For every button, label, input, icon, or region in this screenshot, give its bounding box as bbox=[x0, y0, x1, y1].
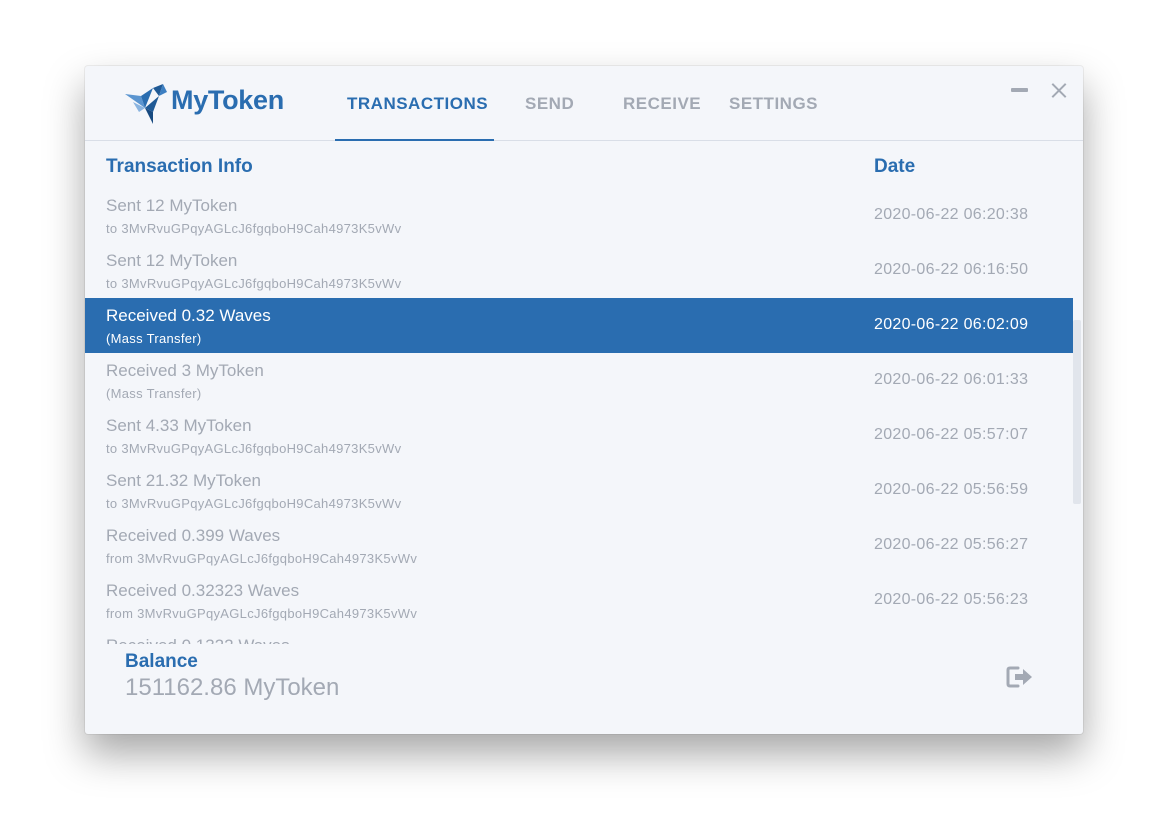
transaction-title: Sent 12 MyToken bbox=[106, 251, 238, 270]
transaction-date: 2020-06-22 06:02:09 bbox=[874, 316, 1029, 333]
minimize-icon[interactable] bbox=[1011, 88, 1028, 92]
transaction-date: 2020-06-22 06:20:38 bbox=[874, 206, 1029, 223]
tab-receive[interactable]: RECEIVE bbox=[623, 94, 701, 114]
bird-logo-icon bbox=[125, 84, 167, 124]
balance-value: 151162.86 MyToken bbox=[125, 674, 340, 701]
transaction-title: Sent 21.32 MyToken bbox=[106, 471, 261, 490]
transaction-date: 2020-06-22 05:57:07 bbox=[874, 426, 1029, 443]
tab-send[interactable]: SEND bbox=[525, 94, 574, 114]
table-row[interactable]: Received 0.399 Waves from 3MvRvuGPqyAGLc… bbox=[85, 518, 1073, 573]
close-icon[interactable] bbox=[1049, 80, 1069, 100]
transaction-title: Sent 4.33 MyToken bbox=[106, 416, 252, 435]
transaction-title: Sent 12 MyToken bbox=[106, 196, 238, 215]
tab-settings[interactable]: SETTINGS bbox=[729, 94, 818, 114]
transaction-detail: (Mass Transfer) bbox=[106, 331, 202, 346]
table-row[interactable]: Sent 4.33 MyToken to 3MvRvuGPqyAGLcJ6fgq… bbox=[85, 408, 1073, 463]
transaction-date: 2020-06-22 06:16:50 bbox=[874, 261, 1029, 278]
table-row[interactable]: Sent 12 MyToken to 3MvRvuGPqyAGLcJ6fgqbo… bbox=[85, 188, 1073, 243]
table-row[interactable]: Sent 21.32 MyToken to 3MvRvuGPqyAGLcJ6fg… bbox=[85, 463, 1073, 518]
transaction-date: 2020-06-22 06:01:33 bbox=[874, 371, 1029, 388]
header: MyToken TRANSACTIONS SEND RECEIVE SETTIN… bbox=[85, 66, 1083, 141]
table-row[interactable]: Received 3 MyToken (Mass Transfer) 2020-… bbox=[85, 353, 1073, 408]
transaction-detail: to 3MvRvuGPqyAGLcJ6fgqboH9Cah4973K5vWv bbox=[106, 441, 402, 456]
transaction-detail: (Mass Transfer) bbox=[106, 386, 202, 401]
transaction-detail: from 3MvRvuGPqyAGLcJ6fgqboH9Cah4973K5vWv bbox=[106, 606, 418, 621]
transaction-title: Received 0.399 Waves bbox=[106, 526, 281, 545]
transaction-detail: to 3MvRvuGPqyAGLcJ6fgqboH9Cah4973K5vWv bbox=[106, 221, 402, 236]
transaction-list[interactable]: Sent 12 MyToken to 3MvRvuGPqyAGLcJ6fgqbo… bbox=[85, 188, 1073, 644]
active-tab-indicator bbox=[335, 139, 494, 141]
transaction-detail: from 3MvRvuGPqyAGLcJ6fgqboH9Cah4973K5vWv bbox=[106, 551, 418, 566]
list-scrollbar[interactable] bbox=[1073, 320, 1081, 504]
transaction-title: Received 3 MyToken bbox=[106, 361, 264, 380]
balance-label: Balance bbox=[125, 651, 198, 672]
transaction-title: Received 0.32 Waves bbox=[106, 306, 271, 325]
table-row-selected[interactable]: Received 0.32 Waves (Mass Transfer) 2020… bbox=[85, 298, 1073, 353]
table-row[interactable]: Received 0.32323 Waves from 3MvRvuGPqyAG… bbox=[85, 573, 1073, 628]
column-header-date: Date bbox=[874, 156, 916, 177]
logout-icon[interactable] bbox=[1006, 666, 1034, 688]
transaction-detail: to 3MvRvuGPqyAGLcJ6fgqboH9Cah4973K5vWv bbox=[106, 496, 402, 511]
transaction-date: 2020-06-22 05:56:23 bbox=[874, 591, 1029, 608]
transaction-detail: to 3MvRvuGPqyAGLcJ6fgqboH9Cah4973K5vWv bbox=[106, 276, 402, 291]
column-header-info: Transaction Info bbox=[106, 156, 253, 177]
app-window: MyToken TRANSACTIONS SEND RECEIVE SETTIN… bbox=[85, 66, 1083, 734]
transaction-date: 2020-06-22 05:56:27 bbox=[874, 536, 1029, 553]
transaction-date: 2020-06-22 05:56:59 bbox=[874, 481, 1029, 498]
transaction-title: Received 0.32323 Waves bbox=[106, 581, 300, 600]
brand-name: MyToken bbox=[171, 85, 284, 115]
table-row[interactable]: Sent 12 MyToken to 3MvRvuGPqyAGLcJ6fgqbo… bbox=[85, 243, 1073, 298]
tab-transactions[interactable]: TRANSACTIONS bbox=[347, 94, 488, 114]
table-row[interactable]: Received 0.1322 Waves bbox=[85, 628, 1073, 644]
transaction-title: Received 0.1322 Waves bbox=[106, 636, 290, 644]
